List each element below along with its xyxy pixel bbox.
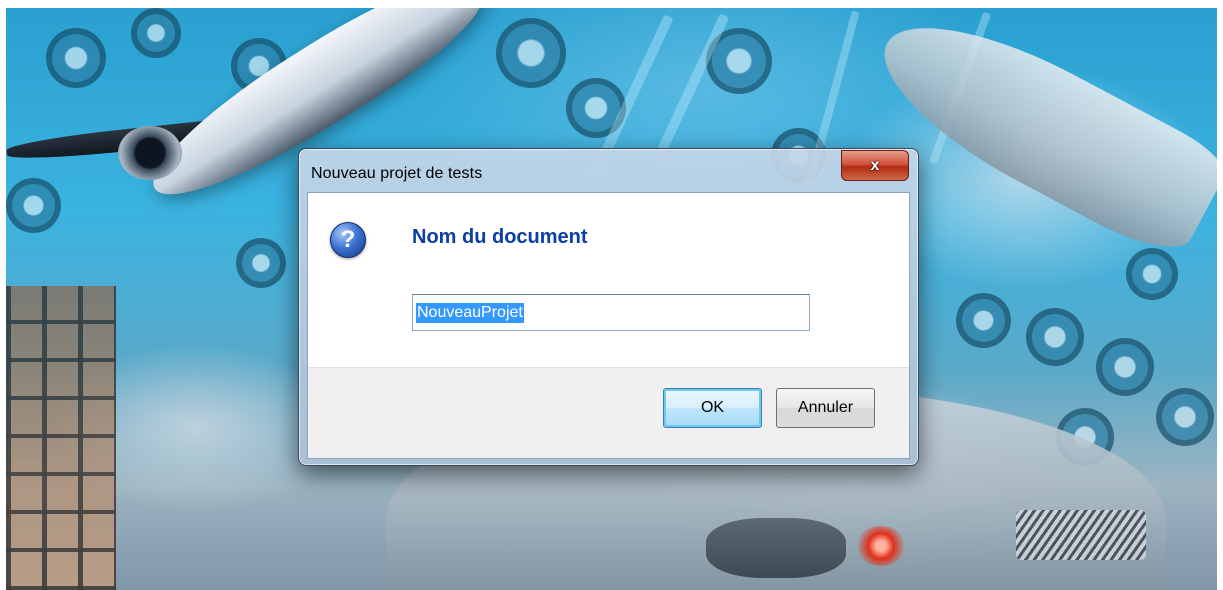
cancel-button[interactable]: Annuler bbox=[776, 388, 875, 428]
document-name-value: NouveauProjet bbox=[416, 303, 524, 323]
circuit-pad bbox=[1156, 388, 1214, 446]
dialog-button-bar: OK Annuler bbox=[308, 367, 909, 458]
background-red-light bbox=[856, 526, 906, 566]
dialog-titlebar[interactable]: Nouveau projet de tests x bbox=[299, 149, 918, 193]
dialog-body: ? Nom du document NouveauProjet OK Annul… bbox=[307, 192, 910, 459]
question-icon: ? bbox=[330, 222, 366, 258]
ok-button[interactable]: OK bbox=[663, 388, 762, 428]
circuit-pad bbox=[1026, 308, 1084, 366]
background-tower bbox=[6, 286, 116, 590]
circuit-pad bbox=[956, 293, 1011, 348]
dialog-heading: Nom du document bbox=[412, 226, 588, 248]
background-vent bbox=[1016, 510, 1146, 560]
circuit-pad bbox=[1096, 338, 1154, 396]
circuit-pad bbox=[236, 238, 286, 288]
close-button[interactable]: x bbox=[841, 150, 909, 181]
document-name-input[interactable]: NouveauProjet bbox=[412, 294, 810, 331]
circuit-pad bbox=[496, 18, 566, 88]
new-project-dialog: Nouveau projet de tests x ? Nom du docum… bbox=[298, 148, 919, 466]
background-panel bbox=[706, 518, 846, 578]
circuit-pad bbox=[6, 178, 61, 233]
dialog-title: Nouveau projet de tests bbox=[311, 165, 483, 182]
circuit-pad bbox=[131, 8, 181, 58]
close-icon: x bbox=[870, 156, 880, 174]
airliner-engine bbox=[118, 126, 182, 180]
circuit-pad bbox=[46, 28, 106, 88]
circuit-pad bbox=[1126, 248, 1178, 300]
